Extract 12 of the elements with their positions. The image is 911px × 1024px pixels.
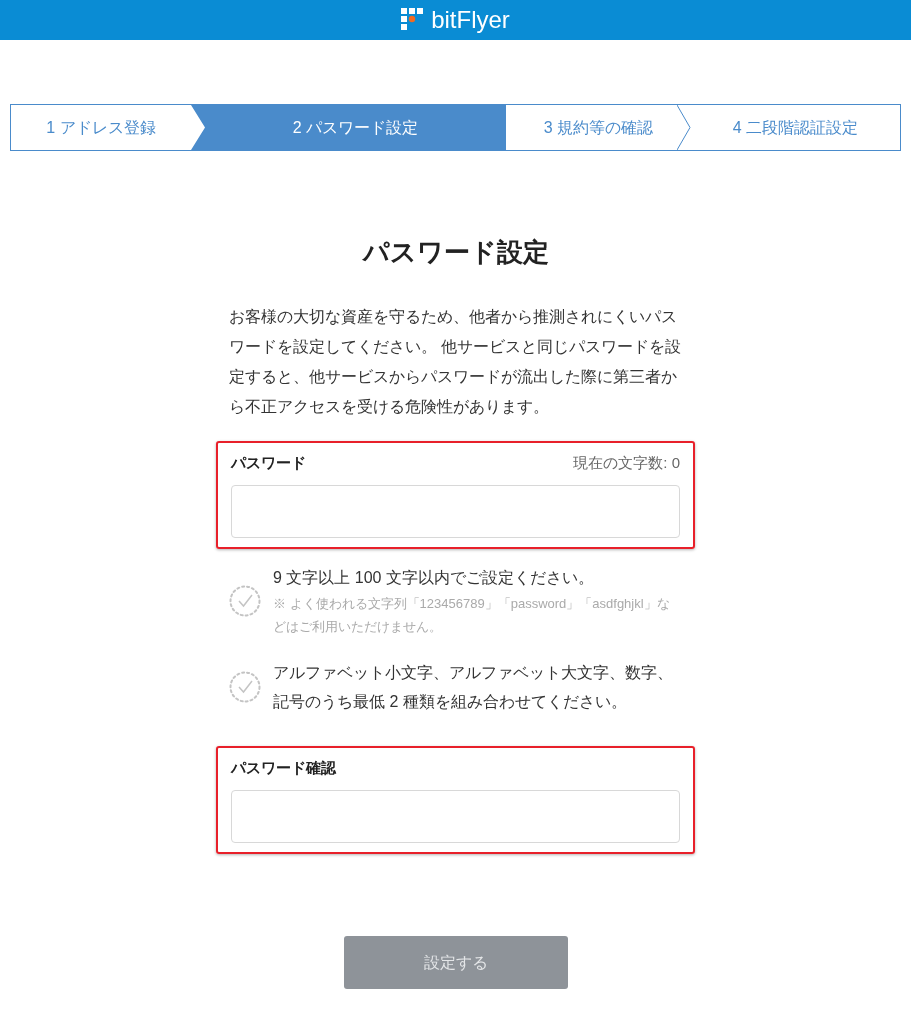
page-heading: パスワード設定 xyxy=(361,236,550,269)
field-label: パスワード xyxy=(231,452,306,473)
password-field[interactable] xyxy=(231,485,680,538)
logo-icon xyxy=(401,8,424,32)
field-label: パスワード確認 xyxy=(231,757,336,778)
character-counter: 現在の文字数: 0 xyxy=(573,452,680,473)
intro-text: お客様の大切な資産を守るため、他者から推測されにくいパスワードを設定してください。 他サービスと同じパスワードを設定すると、他サービスからパスワードが流出した際に第三者から不正アクセスを受ける危険性があります。 xyxy=(229,307,682,417)
brand-name: bitFlyer xyxy=(431,8,510,32)
rule-text: 9 文字以上 100 文字以内でご設定ください。 xyxy=(273,568,595,588)
password-confirm-field[interactable] xyxy=(231,790,680,843)
rule-note: ※ よく使われる文字列「123456789」「password」「asdfghjkl」などはご利用いただけません。 xyxy=(273,595,671,636)
rule-text: アルファベット小文字、アルファベット大文字、数字、記号のうち最低 2 種類を組み合わせてください。 xyxy=(273,663,674,712)
